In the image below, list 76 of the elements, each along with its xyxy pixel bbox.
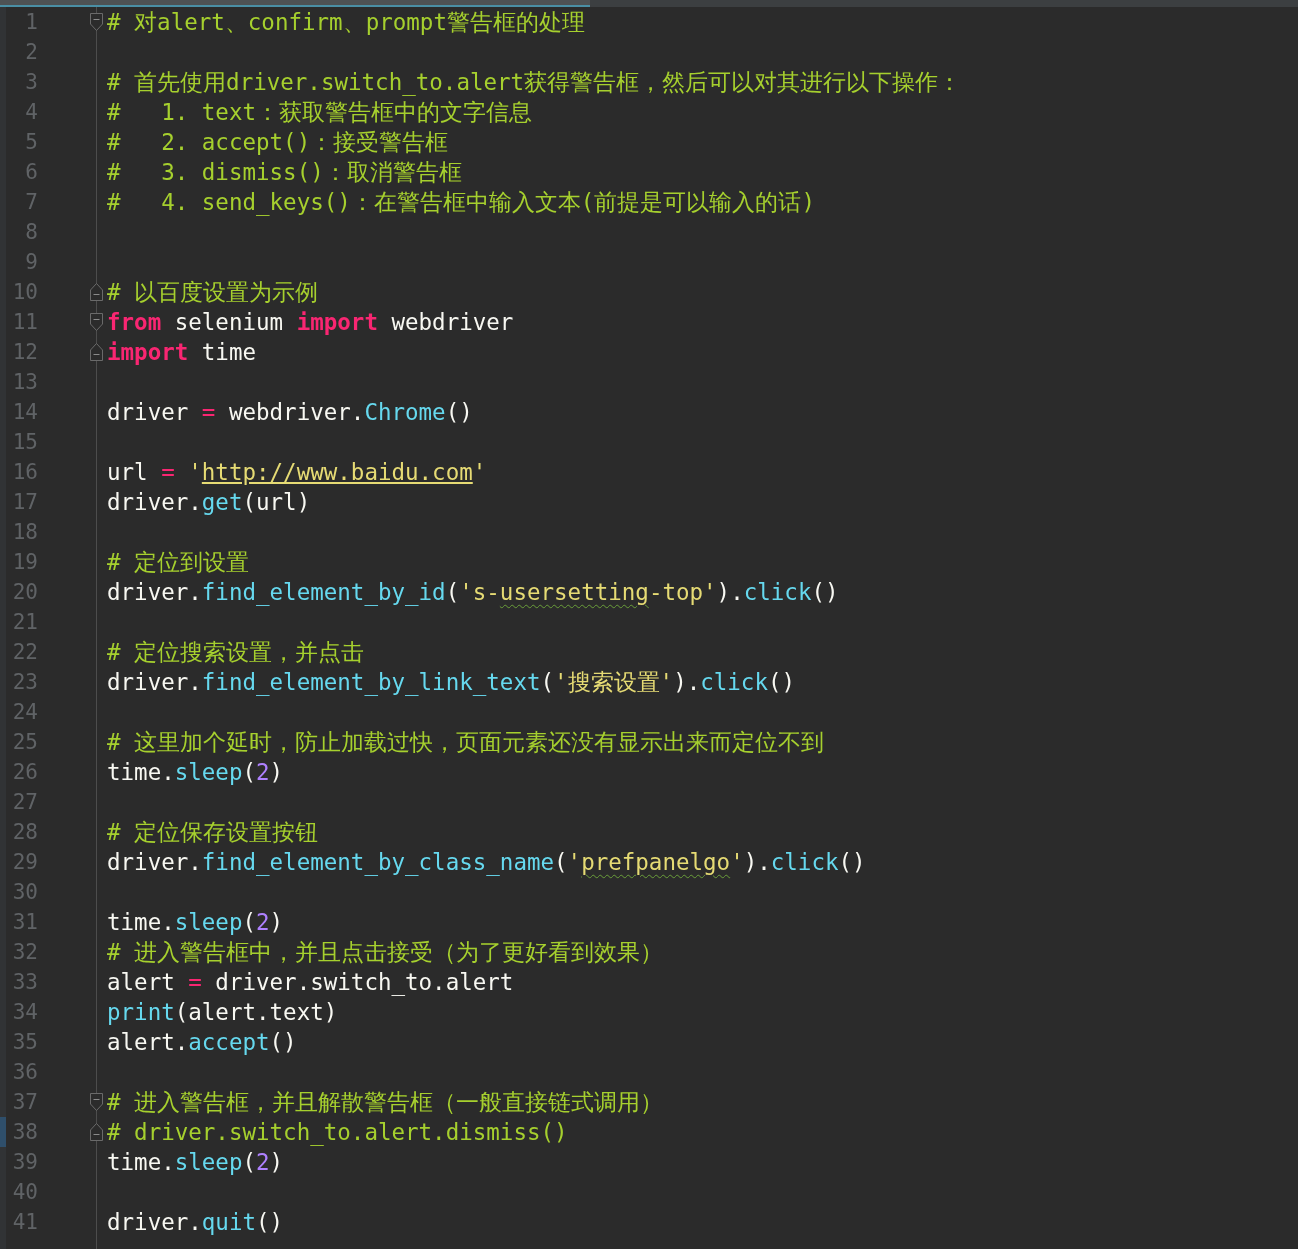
line-number: 38 — [11, 1121, 39, 1143]
line-number: 36 — [11, 1061, 39, 1083]
line-number: 23 — [11, 671, 39, 693]
line-number: 9 — [24, 251, 39, 273]
line-number: 5 — [24, 131, 39, 153]
line-number: 31 — [11, 911, 39, 933]
line-number: 8 — [24, 221, 39, 243]
fold-end-icon[interactable] — [89, 342, 104, 362]
code-comment: # 首先使用driver.switch_to.alert获得警告框，然后可以对其进行以下操作： — [106, 70, 962, 94]
code-line: driver.find_element_by_class_name('prefpanelgo').click() — [106, 850, 866, 874]
fold-end-icon[interactable] — [89, 1122, 104, 1142]
line-number: 32 — [11, 941, 39, 963]
line-number: 26 — [11, 761, 39, 783]
code-line: from selenium import webdriver — [106, 310, 514, 334]
code-comment: # 定位保存设置按钮 — [106, 820, 319, 844]
fold-collapse-icon[interactable] — [89, 12, 104, 32]
line-number: 28 — [11, 821, 39, 843]
line-number: 27 — [11, 791, 39, 813]
code-line: driver.get(url) — [106, 490, 311, 514]
code-comment: # 定位搜索设置，并点击 — [106, 640, 365, 664]
line-number: 6 — [24, 161, 39, 183]
line-number: 21 — [11, 611, 39, 633]
code-line: driver.find_element_by_link_text('搜索设置').click() — [106, 670, 796, 694]
code-line: print(alert.text) — [106, 1000, 338, 1024]
fold-collapse-icon[interactable] — [89, 312, 104, 332]
code-comment: # 1. text：获取警告框中的文字信息 — [106, 100, 532, 124]
line-number: 30 — [11, 881, 39, 903]
code-line: driver = webdriver.Chrome() — [106, 400, 473, 424]
line-number: 37 — [11, 1091, 39, 1113]
code-comment: # 进入警告框，并且解散警告框（一般直接链式调用） — [106, 1090, 664, 1114]
code-line: time.sleep(2) — [106, 760, 284, 784]
line-number: 19 — [11, 551, 39, 573]
line-number: 7 — [24, 191, 39, 213]
code-line: url = 'http://www.baidu.com' — [106, 460, 487, 484]
line-number: 11 — [11, 311, 39, 333]
line-number: 15 — [11, 431, 39, 453]
line-number: 2 — [24, 41, 39, 63]
code-comment: # 这里加个延时，防止加载过快，页面元素还没有显示出来而定位不到 — [106, 730, 825, 754]
code-line: time.sleep(2) — [106, 1150, 284, 1174]
line-number: 34 — [11, 1001, 39, 1023]
line-number: 22 — [11, 641, 39, 663]
line-number: 3 — [24, 71, 39, 93]
code-line: import time — [106, 340, 256, 364]
code-line: alert.accept() — [106, 1030, 297, 1054]
line-number: 14 — [11, 401, 39, 423]
code-comment: # 2. accept()：接受警告框 — [106, 130, 449, 154]
code-line: alert = driver.switch_to.alert — [106, 970, 514, 994]
line-number: 24 — [11, 701, 39, 723]
code-comment: # 3. dismiss()：取消警告框 — [106, 160, 462, 184]
fold-collapse-icon[interactable] — [89, 1092, 104, 1112]
code-comment: # driver.switch_to.alert.dismiss() — [106, 1120, 568, 1144]
line-number: 4 — [24, 101, 39, 123]
code-line: time.sleep(2) — [106, 910, 284, 934]
code-line: driver.find_element_by_id('s-usersetting-top').click() — [106, 580, 839, 604]
line-number: 40 — [11, 1181, 39, 1203]
line-number: 10 — [11, 281, 39, 303]
line-number: 17 — [11, 491, 39, 513]
fold-end-icon[interactable] — [89, 282, 104, 302]
line-number: 41 — [11, 1211, 39, 1233]
line-number: 29 — [11, 851, 39, 873]
line-number: 35 — [11, 1031, 39, 1053]
code-comment: # 定位到设置 — [106, 550, 250, 574]
line-number: 20 — [11, 581, 39, 603]
line-number: 16 — [11, 461, 39, 483]
line-number: 18 — [11, 521, 39, 543]
code-comment: # 进入警告框中，并且点击接受（为了更好看到效果） — [106, 940, 664, 964]
line-number: 12 — [11, 341, 39, 363]
code-comment: # 4. send_keys()：在警告框中输入文本(前提是可以输入的话) — [106, 190, 815, 214]
line-number: 33 — [11, 971, 39, 993]
code-comment: # 对alert、confirm、prompt警告框的处理 — [106, 10, 585, 34]
line-number: 25 — [11, 731, 39, 753]
line-number: 1 — [24, 11, 39, 33]
line-number: 39 — [11, 1151, 39, 1173]
code-comment: # 以百度设置为示例 — [106, 280, 319, 304]
line-number: 13 — [11, 371, 39, 393]
code-line: driver.quit() — [106, 1210, 284, 1234]
